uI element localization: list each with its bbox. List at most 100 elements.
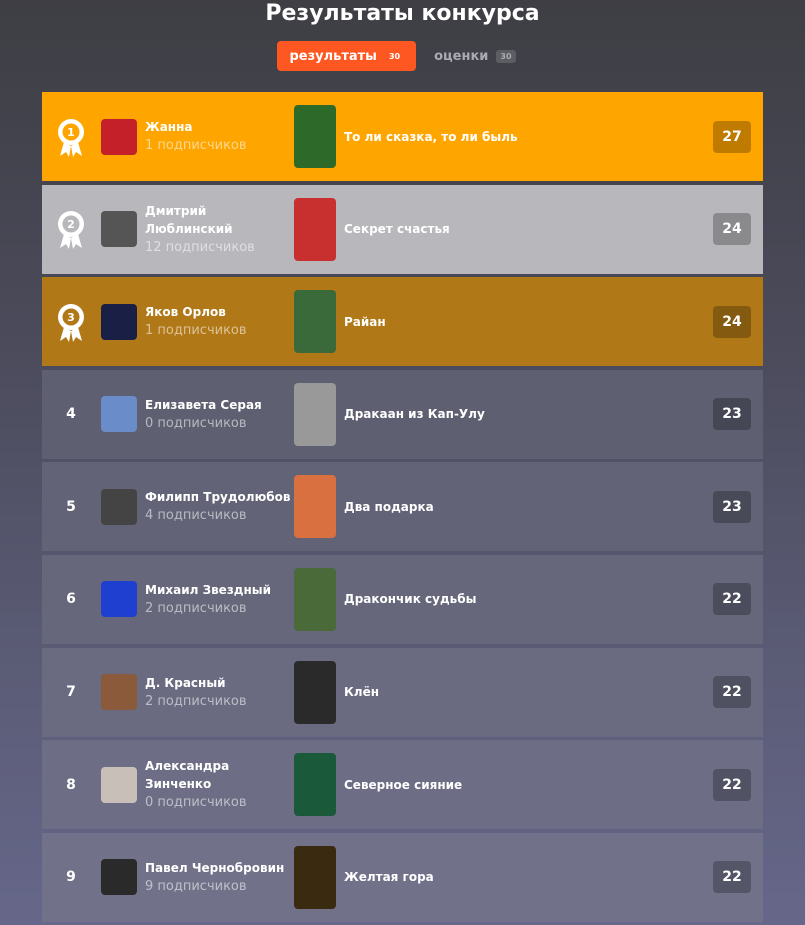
avatar[interactable]: [101, 674, 137, 711]
result-row[interactable]: 2 Дмитрий Люблинский 12 подписчиков Секр…: [42, 184, 763, 274]
rank-number: 8: [66, 776, 76, 793]
avatar[interactable]: [101, 766, 137, 803]
author-name[interactable]: Филипп Трудолюбов: [145, 488, 292, 506]
result-row[interactable]: 1 Жанна 1 подписчиков То ли сказка, то л…: [42, 92, 763, 181]
result-row[interactable]: 8 Александра Зинченко 0 подписчиков Севе…: [42, 740, 763, 830]
author-info: Дмитрий Люблинский 12 подписчиков: [145, 202, 292, 257]
avatar[interactable]: [101, 211, 137, 248]
rank-cell: 2: [42, 208, 100, 250]
story-title[interactable]: То ли сказка, то ли быль: [344, 130, 713, 144]
story-title[interactable]: Северное сияние: [344, 778, 713, 792]
author-name[interactable]: Михаил Звездный: [145, 581, 292, 599]
rank-number: 6: [66, 591, 76, 608]
rank-number: 4: [66, 406, 76, 423]
subscriber-count: 9 подписчиков: [145, 878, 247, 894]
story-title[interactable]: Дракончик судьбы: [344, 592, 713, 606]
rank-cell: 5: [42, 499, 100, 515]
author-name[interactable]: Д. Красный: [145, 674, 292, 692]
result-row[interactable]: 6 Михаил Звездный 2 подписчиков Дракончи…: [42, 554, 763, 644]
score-badge: 24: [713, 305, 751, 338]
tab-results-label: результаты: [289, 48, 377, 64]
medal-icon: 3: [58, 303, 84, 342]
rank-number: 9: [66, 869, 76, 886]
story-title[interactable]: Секрет счастья: [344, 222, 713, 236]
score-badge: 22: [713, 676, 751, 709]
subscriber-count: 0 подписчиков: [145, 415, 247, 431]
score-badge: 24: [713, 213, 751, 246]
subscriber-count: 4 подписчиков: [145, 508, 247, 524]
book-cover[interactable]: [294, 197, 336, 261]
author-name[interactable]: Дмитрий Люблинский: [145, 202, 292, 238]
tab-ratings[interactable]: оценки 30: [422, 41, 527, 71]
story-title[interactable]: Клён: [344, 685, 713, 699]
author-name[interactable]: Яков Орлов: [145, 303, 292, 321]
author-info: Михаил Звездный 2 подписчиков: [145, 581, 292, 618]
avatar[interactable]: [101, 859, 137, 896]
rank-cell: 4: [42, 406, 100, 422]
author-name[interactable]: Жанна: [145, 118, 292, 136]
score-badge: 23: [713, 398, 751, 431]
subscriber-count: 1 подписчиков: [145, 138, 247, 153]
tab-results[interactable]: результаты 30: [277, 41, 417, 71]
rank-number: 5: [66, 498, 76, 515]
subscriber-count: 2 подписчиков: [145, 600, 247, 616]
author-info: Филипп Трудолюбов 4 подписчиков: [145, 488, 292, 525]
avatar[interactable]: [101, 118, 137, 155]
rank-cell: 3: [42, 301, 100, 343]
medal-rank: 1: [67, 126, 75, 139]
subscriber-count: 12 подписчиков: [145, 239, 255, 255]
score-badge: 22: [713, 861, 751, 894]
book-cover[interactable]: [294, 660, 336, 724]
book-cover[interactable]: [294, 753, 336, 817]
medal-icon: 2: [58, 211, 84, 250]
rank-cell: 9: [42, 869, 100, 885]
author-info: Александра Зинченко 0 подписчиков: [145, 757, 292, 812]
book-cover[interactable]: [294, 475, 336, 539]
results-list: 1 Жанна 1 подписчиков То ли сказка, то л…: [42, 92, 763, 925]
medal-rank: 3: [67, 311, 75, 324]
book-cover[interactable]: [294, 382, 336, 446]
score-badge: 23: [713, 490, 751, 523]
score-badge: 22: [713, 768, 751, 801]
tab-ratings-count: 30: [496, 49, 516, 63]
author-name[interactable]: Александра Зинченко: [145, 757, 292, 793]
rank-cell: 7: [42, 684, 100, 700]
author-info: Яков Орлов 1 подписчиков: [145, 303, 292, 340]
subscriber-count: 1 подписчиков: [145, 323, 247, 339]
avatar[interactable]: [101, 488, 137, 525]
result-row[interactable]: 7 Д. Красный 2 подписчиков Клён 22: [42, 647, 763, 737]
subscriber-count: 0 подписчиков: [145, 795, 247, 811]
avatar[interactable]: [101, 396, 137, 433]
rank-number: 7: [66, 684, 76, 701]
book-cover[interactable]: [294, 845, 336, 909]
tab-ratings-label: оценки: [434, 48, 489, 64]
results-tabs: результаты 30 оценки 30: [0, 41, 805, 71]
book-cover[interactable]: [294, 105, 336, 168]
page-title: Результаты конкурса: [265, 1, 540, 26]
author-info: Елизавета Серая 0 подписчиков: [145, 396, 292, 433]
result-row[interactable]: 5 Филипп Трудолюбов 4 подписчиков Два по…: [42, 462, 763, 552]
score-badge: 22: [713, 583, 751, 616]
result-row[interactable]: 9 Павел Чернобровин 9 подписчиков Желтая…: [42, 832, 763, 922]
author-info: Жанна 1 подписчиков: [145, 118, 292, 155]
medal-icon: 1: [58, 118, 84, 157]
story-title[interactable]: Желтая гора: [344, 870, 713, 884]
author-name[interactable]: Павел Чернобровин: [145, 859, 292, 877]
score-badge: 27: [713, 120, 751, 153]
author-info: Д. Красный 2 подписчиков: [145, 674, 292, 711]
rank-cell: 6: [42, 591, 100, 607]
author-name[interactable]: Елизавета Серая: [145, 396, 292, 414]
book-cover[interactable]: [294, 290, 336, 354]
medal-rank: 2: [67, 218, 75, 231]
avatar[interactable]: [101, 581, 137, 618]
result-row[interactable]: 4 Елизавета Серая 0 подписчиков Дракаан …: [42, 369, 763, 459]
result-row[interactable]: 3 Яков Орлов 1 подписчиков Райан 24: [42, 277, 763, 367]
author-info: Павел Чернобровин 9 подписчиков: [145, 859, 292, 896]
story-title[interactable]: Дракаан из Кап-Улу: [344, 407, 713, 421]
story-title[interactable]: Два подарка: [344, 500, 713, 514]
subscriber-count: 2 подписчиков: [145, 693, 247, 709]
book-cover[interactable]: [294, 567, 336, 631]
tab-results-count: 30: [388, 51, 401, 61]
story-title[interactable]: Райан: [344, 315, 713, 329]
avatar[interactable]: [101, 303, 137, 340]
